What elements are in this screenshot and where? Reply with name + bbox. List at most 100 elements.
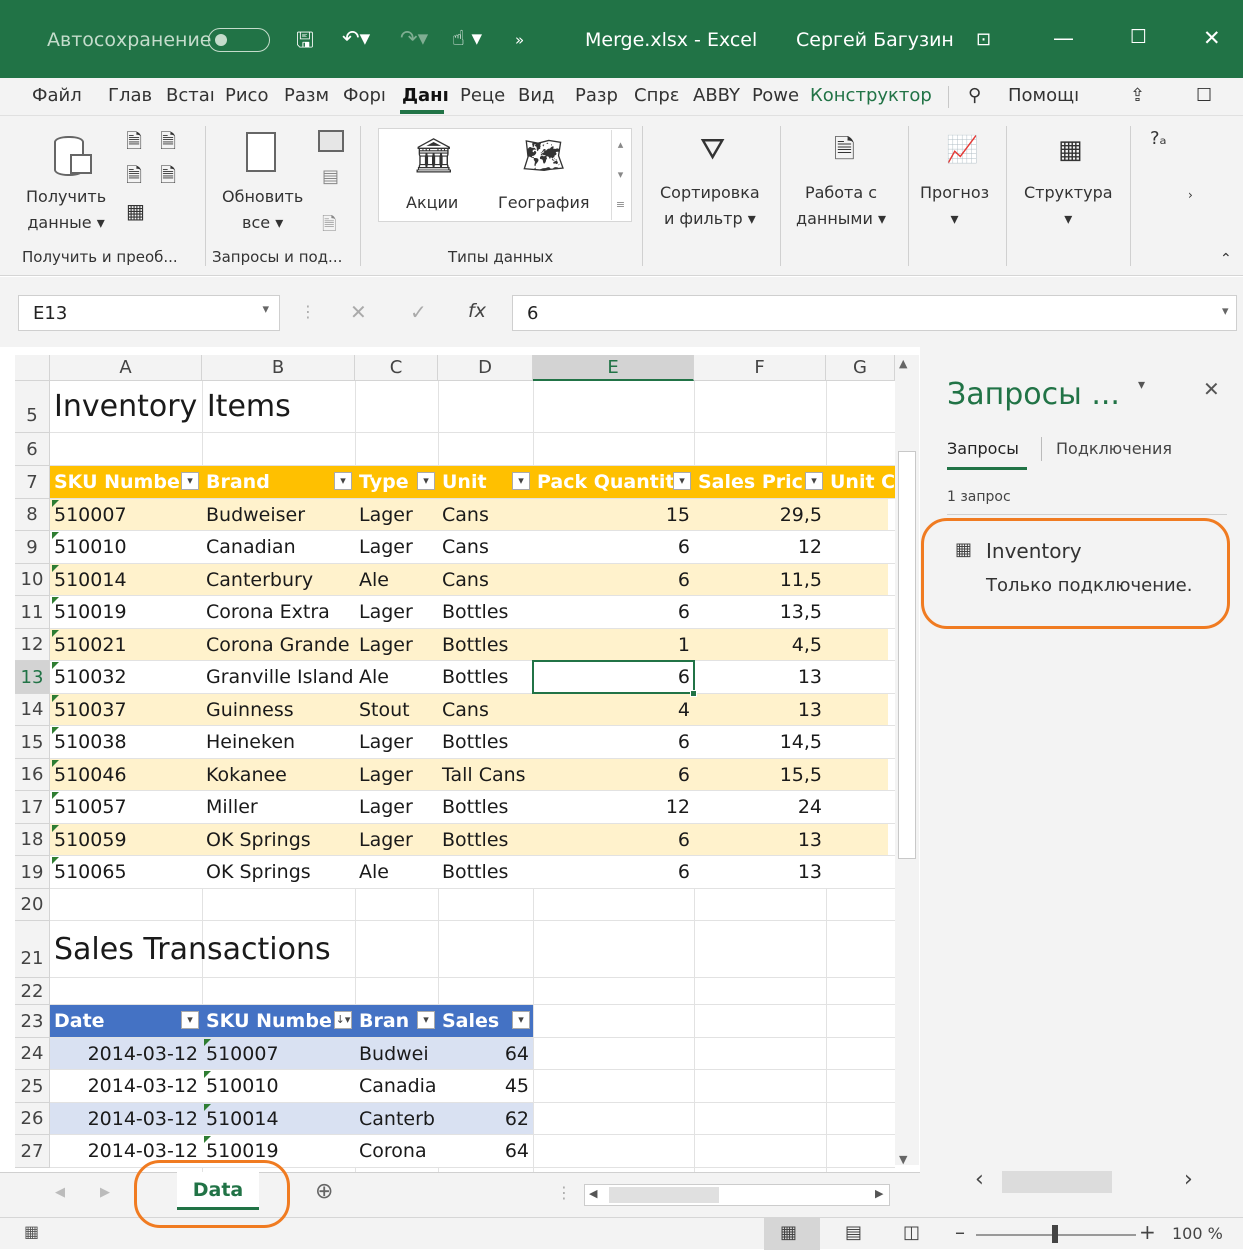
inventory-cell[interactable]: 6 <box>533 564 694 596</box>
inventory-header-6[interactable]: Unit C <box>826 466 895 499</box>
horizontal-scrollbar[interactable]: ◀ ▶ <box>584 1184 890 1206</box>
inventory-cell[interactable]: 6 <box>533 856 694 889</box>
share-icon[interactable]: ⇪ <box>1130 85 1145 106</box>
inventory-cell[interactable]: 12 <box>533 791 694 824</box>
filter-dropdown-icon[interactable]: ▾ <box>512 1011 530 1029</box>
inventory-cell[interactable]: 15 <box>533 499 694 531</box>
page-break-icon[interactable]: ◫ <box>903 1222 920 1243</box>
pane-scroll-left-icon[interactable]: ‹ <box>975 1167 984 1192</box>
inventory-cell[interactable]: Lager <box>355 596 438 629</box>
inventory-cell[interactable]: Bottles <box>438 824 533 856</box>
inventory-cell[interactable]: 6 <box>533 824 694 856</box>
sales-cell[interactable]: 64 <box>438 1038 533 1070</box>
column-header-g[interactable]: G <box>826 355 895 381</box>
insert-function-icon[interactable]: fx <box>468 300 486 322</box>
undo-icon[interactable]: ↶▾ <box>342 26 370 50</box>
comments-icon[interactable]: ☐ <box>1196 85 1212 106</box>
inventory-cell[interactable]: Lager <box>355 499 438 531</box>
autosave-toggle[interactable] <box>208 28 270 52</box>
row-header-16[interactable]: 16 <box>15 759 50 791</box>
inventory-cell[interactable]: Tall Cans <box>438 759 533 791</box>
inventory-cell[interactable]: 510021 <box>50 629 202 661</box>
inventory-cell[interactable]: 29,5 <box>694 499 826 531</box>
inventory-cell[interactable]: Ale <box>355 856 438 889</box>
column-header-a[interactable]: A <box>50 355 202 381</box>
inventory-cell[interactable]: Cans <box>438 564 533 596</box>
search-icon[interactable]: ⚲ <box>968 85 981 106</box>
expand-formula-icon[interactable]: ▾ <box>1222 304 1229 319</box>
row-header-8[interactable]: 8 <box>15 499 50 531</box>
select-all-corner[interactable] <box>15 355 50 381</box>
inventory-cell[interactable]: 6 <box>533 596 694 629</box>
inventory-cell[interactable]: Ale <box>355 564 438 596</box>
row-header-20[interactable]: 20 <box>15 889 50 921</box>
row-header-18[interactable]: 18 <box>15 824 50 856</box>
sort-filter-button[interactable]: Сортировка и фильтр ▾ <box>660 180 760 232</box>
inventory-cell[interactable]: Cans <box>438 694 533 726</box>
zoom-in-icon[interactable]: + <box>1139 1220 1156 1244</box>
scroll-down-icon[interactable]: ▼ <box>899 1153 907 1166</box>
inventory-cell[interactable]: 510059 <box>50 824 202 856</box>
inventory-cell[interactable]: Bottles <box>438 661 533 694</box>
touch-mode-icon[interactable]: ☝ ▾ <box>452 26 482 50</box>
vertical-scroll-thumb[interactable] <box>898 451 916 859</box>
get-data-button[interactable]: Получить данные ▾ <box>26 184 106 236</box>
row-header-23[interactable]: 23 <box>15 1005 50 1038</box>
zoom-slider-thumb[interactable] <box>1052 1225 1058 1243</box>
sales-cell[interactable]: 2014-03-12 <box>50 1070 202 1103</box>
inventory-cell[interactable]: 4 <box>533 694 694 726</box>
row-header-25[interactable]: 25 <box>15 1070 50 1103</box>
existing-connections-icon[interactable]: 🗎 <box>160 162 176 188</box>
inventory-cell[interactable]: 510014 <box>50 564 202 596</box>
geography-button[interactable]: География <box>498 190 589 216</box>
filter-dropdown-icon[interactable]: ▾ <box>181 1011 199 1029</box>
inventory-cell[interactable]: Lager <box>355 791 438 824</box>
inventory-cell[interactable]: 13 <box>694 824 826 856</box>
save-icon[interactable]: 🖫 <box>296 26 314 61</box>
inventory-cell[interactable]: Granville Island <box>202 661 355 694</box>
inventory-cell[interactable]: Bottles <box>438 791 533 824</box>
ribbon-scroll-right-icon[interactable]: › <box>1188 182 1193 208</box>
hscroll-left-icon[interactable]: ◀ <box>589 1187 597 1200</box>
row-header-9[interactable]: 9 <box>15 531 50 564</box>
tab-insert[interactable]: Встаı <box>166 85 215 106</box>
row-header-12[interactable]: 12 <box>15 629 50 661</box>
filter-dropdown-icon[interactable]: ▾ <box>417 472 435 490</box>
inventory-cell[interactable]: 510046 <box>50 759 202 791</box>
inventory-cell[interactable]: OK Springs <box>202 824 355 856</box>
filter-dropdown-icon[interactable]: ↓▾ <box>334 1011 352 1029</box>
inventory-cell[interactable]: Lager <box>355 824 438 856</box>
pane-tab-queries[interactable]: Запросы <box>947 439 1019 458</box>
ribbon-display-icon[interactable]: ⊡ <box>976 29 991 50</box>
analysis-icon[interactable]: ?ₐ <box>1150 126 1167 152</box>
filter-dropdown-icon[interactable]: ▾ <box>334 472 352 490</box>
tab-data[interactable]: Данı <box>402 85 449 106</box>
inventory-cell[interactable]: 13 <box>694 661 826 694</box>
from-table-icon[interactable]: ▦ <box>126 198 145 224</box>
pane-scroll-thumb[interactable] <box>1002 1171 1112 1193</box>
column-header-c[interactable]: C <box>355 355 438 381</box>
inventory-cell[interactable]: Cans <box>438 499 533 531</box>
hscroll-right-icon[interactable]: ▶ <box>875 1187 883 1200</box>
row-header-5[interactable]: 5 <box>15 381 50 433</box>
new-sheet-icon[interactable]: ⊕ <box>315 1179 333 1204</box>
sales-cell[interactable]: 510010 <box>202 1070 355 1103</box>
tab-home[interactable]: Глав <box>108 85 152 106</box>
inventory-cell[interactable]: 510038 <box>50 726 202 759</box>
tab-scroll-right-icon[interactable]: ▶ <box>100 1185 110 1200</box>
inventory-cell[interactable]: OK Springs <box>202 856 355 889</box>
inventory-cell[interactable]: Budweiser <box>202 499 355 531</box>
scroll-up-icon[interactable]: ▲ <box>899 357 907 370</box>
inventory-cell[interactable]: Guinness <box>202 694 355 726</box>
inventory-cell[interactable]: Lager <box>355 726 438 759</box>
column-header-e[interactable]: E <box>533 355 694 381</box>
maximize-icon[interactable]: ☐ <box>1130 26 1147 48</box>
name-box[interactable]: E13 ▾ <box>18 295 280 331</box>
normal-view-icon[interactable]: ▦ <box>780 1222 797 1243</box>
sales-cell[interactable]: 510014 <box>202 1103 355 1135</box>
cancel-icon[interactable]: ✕ <box>350 300 367 324</box>
inventory-cell[interactable]: Lager <box>355 531 438 564</box>
column-header-d[interactable]: D <box>438 355 533 381</box>
inventory-cell[interactable]: Cans <box>438 531 533 564</box>
inventory-cell[interactable]: 13,5 <box>694 596 826 629</box>
